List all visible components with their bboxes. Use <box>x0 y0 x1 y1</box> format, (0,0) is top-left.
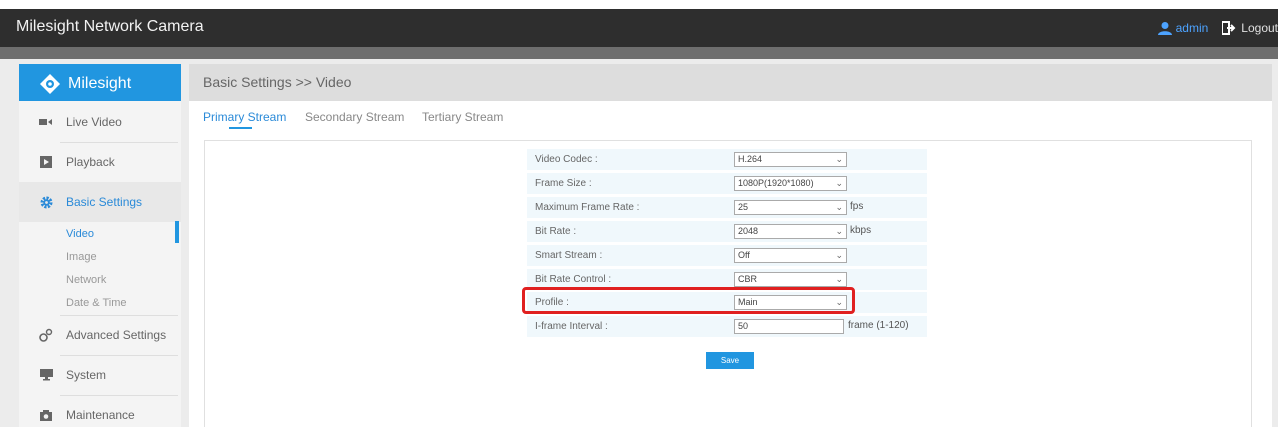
row-smart-stream: Smart Stream : Off ⌄ <box>527 245 927 266</box>
field-label: Maximum Frame Rate : <box>535 202 640 213</box>
camera-icon <box>40 409 52 421</box>
row-bit-rate: Bit Rate : 2048 ⌄ kbps <box>527 221 927 242</box>
chevron-down-icon: ⌄ <box>835 226 843 236</box>
max-frame-rate-select[interactable]: 25 ⌄ <box>734 200 847 215</box>
unit-label: fps <box>850 201 864 212</box>
chevron-down-icon: ⌄ <box>835 250 843 260</box>
row-video-codec: Video Codec : H.264 ⌄ <box>527 149 927 170</box>
milesight-logo-icon <box>40 74 60 94</box>
field-label: I-frame Interval : <box>535 321 608 332</box>
save-button[interactable]: Save <box>706 352 754 369</box>
sidebar-item-label: Playback <box>66 155 115 169</box>
row-iframe-interval: I-frame Interval : 50 frame (1-120) <box>527 316 927 337</box>
field-label: Frame Size : <box>535 178 592 189</box>
logout-icon <box>1222 21 1236 35</box>
video-codec-select[interactable]: H.264 ⌄ <box>734 152 847 167</box>
field-label: Smart Stream : <box>535 250 603 261</box>
select-value: Off <box>738 250 750 260</box>
tab-primary-stream[interactable]: Primary Stream <box>203 110 286 124</box>
chevron-down-icon: ⌄ <box>835 154 843 164</box>
username-link[interactable]: admin <box>1176 21 1209 35</box>
iframe-interval-input[interactable]: 50 <box>734 319 844 334</box>
field-label: Bit Rate : <box>535 226 577 237</box>
sidebar-item-advanced-settings[interactable]: Advanced Settings <box>19 315 181 355</box>
sidebar-subitem-date-time[interactable]: Date & Time <box>66 297 127 309</box>
sidebar-item-label: Advanced Settings <box>66 328 167 342</box>
select-value: CBR <box>738 274 758 284</box>
header-strip <box>0 47 1278 59</box>
profile-highlight-box <box>522 287 855 314</box>
gears-icon <box>39 328 53 342</box>
sidebar-item-live-video[interactable]: Live Video <box>19 102 181 142</box>
user-icon <box>1157 22 1172 35</box>
unit-label: frame (1-120) <box>848 320 909 331</box>
breadcrumb: Basic Settings >> Video <box>203 74 352 90</box>
field-label: Bit Rate Control : <box>535 274 612 285</box>
sidebar-subitem-network[interactable]: Network <box>66 274 106 286</box>
video-camera-icon <box>39 119 52 125</box>
field-label: Video Codec : <box>535 154 598 165</box>
chevron-down-icon: ⌄ <box>835 178 843 188</box>
tab-secondary-stream[interactable]: Secondary Stream <box>305 110 404 124</box>
sidebar-item-maintenance[interactable]: Maintenance <box>19 395 181 427</box>
select-value: 25 <box>738 202 749 212</box>
select-value: H.264 <box>738 154 763 164</box>
playback-icon <box>40 156 52 168</box>
tab-underline <box>229 127 252 129</box>
sidebar-subitem-video[interactable]: Video <box>66 228 94 240</box>
frame-size-select[interactable]: 1080P(1920*1080) ⌄ <box>734 176 847 191</box>
logout-label: Logout <box>1241 21 1278 35</box>
top-bar: Milesight Network Camera admin Logout <box>0 9 1278 47</box>
sidebar-item-system[interactable]: System <box>19 355 181 395</box>
page-header: Basic Settings >> Video <box>189 64 1272 101</box>
select-value: 2048 <box>738 226 759 236</box>
sidebar-item-label: Maintenance <box>66 408 135 422</box>
user-area: admin Logout <box>1157 21 1278 35</box>
monitor-icon <box>39 369 53 381</box>
app-title: Milesight Network Camera <box>16 18 204 35</box>
row-max-frame-rate: Maximum Frame Rate : 25 ⌄ fps <box>527 197 927 218</box>
sidebar-item-basic-settings[interactable]: Basic Settings <box>19 182 181 222</box>
bit-rate-select[interactable]: 2048 ⌄ <box>734 224 847 239</box>
tab-tertiary-stream[interactable]: Tertiary Stream <box>422 110 503 124</box>
chevron-down-icon: ⌄ <box>835 274 843 284</box>
logout-button[interactable]: Logout <box>1222 21 1278 35</box>
sidebar-item-label: Live Video <box>66 115 122 129</box>
chevron-down-icon: ⌄ <box>835 202 843 212</box>
sidebar-item-label: System <box>66 368 107 382</box>
sidebar-item-playback[interactable]: Playback <box>19 142 181 182</box>
row-frame-size: Frame Size : 1080P(1920*1080) ⌄ <box>527 173 927 194</box>
milesight-logo: Milesight <box>39 73 131 95</box>
select-value: 1080P(1920*1080) <box>738 178 814 188</box>
gear-icon <box>40 196 52 208</box>
sidebar-item-label: Basic Settings <box>66 195 143 209</box>
brand-bar: Milesight <box>19 64 181 101</box>
sidebar-subitem-image[interactable]: Image <box>66 251 97 263</box>
bit-rate-control-select[interactable]: CBR ⌄ <box>734 272 847 287</box>
active-indicator <box>175 221 179 243</box>
smart-stream-select[interactable]: Off ⌄ <box>734 248 847 263</box>
brand-label: Milesight <box>68 75 132 92</box>
unit-label: kbps <box>850 225 872 236</box>
